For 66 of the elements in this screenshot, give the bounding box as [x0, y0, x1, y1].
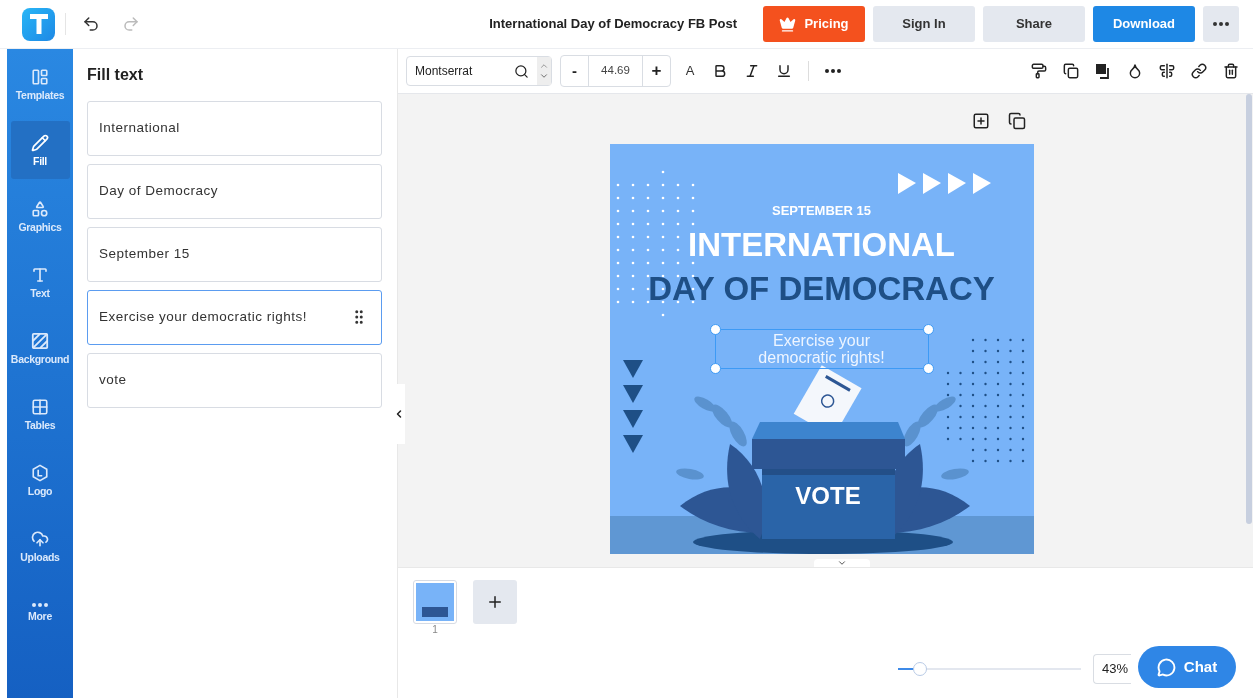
more-button[interactable] — [1203, 6, 1239, 42]
ballot-box-label[interactable]: VOTE — [795, 484, 861, 508]
droplet-icon — [1127, 63, 1143, 79]
page-thumbnail[interactable] — [413, 580, 457, 624]
more-icon — [1213, 22, 1229, 26]
download-button[interactable]: Download — [1093, 6, 1195, 42]
pencil-icon — [31, 133, 49, 152]
underline-icon — [776, 63, 792, 79]
chat-button[interactable]: Chat — [1138, 646, 1236, 688]
poster-headline[interactable]: DAY OF DEMOCRACY — [648, 272, 995, 305]
sidebar-item[interactable]: Graphics — [10, 187, 70, 245]
scrollbar[interactable] — [1245, 94, 1253, 567]
font-color-button[interactable]: A — [676, 55, 704, 87]
sidebar-item[interactable]: More — [10, 583, 70, 641]
text-field[interactable]: Exercise your democratic rights! — [87, 290, 382, 345]
page-number: 1 — [432, 624, 438, 637]
add-page-button[interactable] — [473, 580, 517, 624]
sidebar-item[interactable]: Uploads — [10, 517, 70, 575]
text-field[interactable]: vote — [87, 353, 382, 408]
pricing-button[interactable]: Pricing — [763, 6, 865, 42]
search-icon — [514, 63, 529, 79]
letter-t-logo-icon — [29, 14, 48, 34]
chevron-down-icon[interactable] — [539, 71, 549, 81]
sidebar-item[interactable]: Tables — [10, 385, 70, 443]
plus-icon — [486, 593, 504, 611]
text-field[interactable]: September 15 — [87, 227, 382, 282]
document-title: International Day of Democracy FB Post — [489, 15, 737, 34]
add-page-icon[interactable] — [971, 112, 990, 130]
more-icon — [32, 602, 48, 607]
redo-icon — [122, 15, 140, 33]
header-button[interactable]: Share — [983, 6, 1085, 42]
hatched-square-icon — [31, 331, 49, 350]
text-field[interactable]: International — [87, 101, 382, 156]
font-field[interactable]: Montserrat — [406, 56, 552, 86]
bold-icon — [712, 63, 728, 79]
hexagon-logo-icon — [31, 463, 49, 482]
sidebar-item[interactable]: Text — [10, 253, 70, 311]
zoom-field[interactable]: 43% — [1093, 654, 1131, 684]
header-button[interactable]: Sign In — [873, 6, 975, 42]
text-field[interactable]: Day of Democracy — [87, 164, 382, 219]
sidebar-item[interactable]: Logo — [10, 451, 70, 509]
chat-bubble-icon — [1156, 657, 1176, 677]
duplicate-page-icon[interactable] — [1007, 112, 1026, 130]
templates-icon — [31, 67, 49, 86]
italic-icon — [744, 63, 760, 79]
poster-canvas[interactable]: SEPTEMBER 15 INTERNATIONAL DAY OF DEMOCRACY Exercise your democratic rights! VOTE — [609, 144, 1034, 554]
paint-roller-icon — [1031, 63, 1047, 79]
chevron-down-icon — [836, 558, 847, 568]
undo-icon — [82, 15, 100, 33]
link-icon — [1191, 63, 1207, 79]
zoom-slider[interactable] — [898, 662, 1081, 676]
sidebar-item[interactable]: Templates — [10, 55, 70, 113]
cloud-upload-icon — [31, 529, 49, 548]
align-center-icon — [1159, 63, 1175, 79]
more-icon — [825, 69, 841, 73]
crown-icon — [779, 15, 797, 33]
table-icon — [31, 397, 49, 416]
copy-icon — [1063, 63, 1079, 79]
sidebar-item[interactable]: Background — [10, 319, 70, 377]
trash-icon — [1223, 63, 1239, 79]
text-icon — [31, 265, 49, 284]
layers-icon — [1095, 63, 1111, 79]
sidebar-item[interactable]: Fill — [10, 121, 70, 179]
shapes-icon — [31, 199, 49, 218]
app-logo[interactable] — [22, 7, 55, 41]
panel-title: Fill text — [87, 65, 144, 85]
